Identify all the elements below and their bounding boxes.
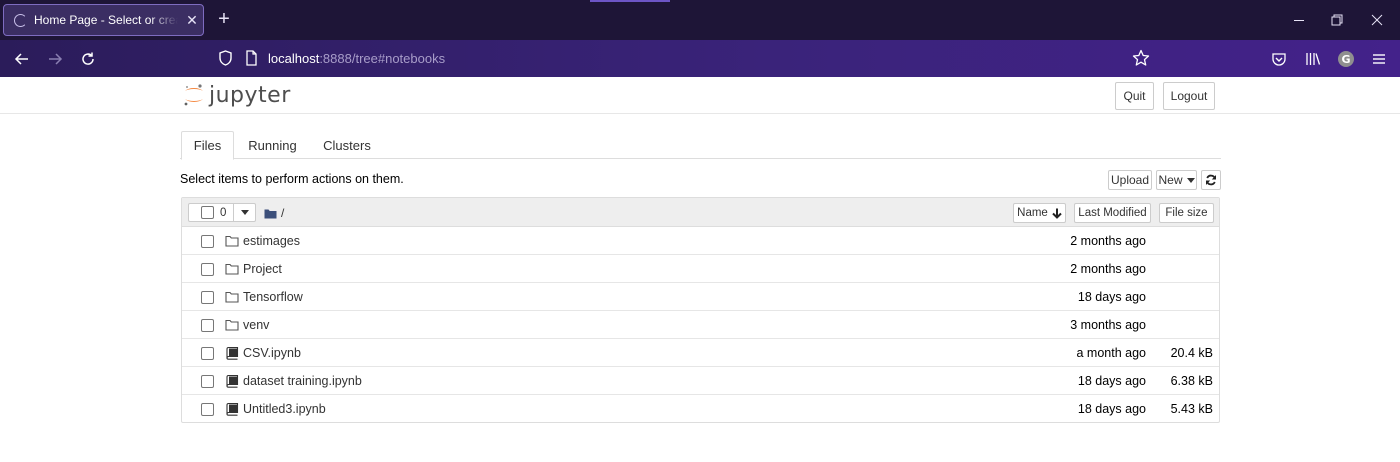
folder-icon: [225, 318, 239, 332]
notebook-icon: [225, 374, 239, 388]
reload-icon[interactable]: [77, 48, 99, 70]
instructions-text: Select items to perform actions on them.: [180, 172, 404, 186]
sort-by-last-modified-button[interactable]: Last Modified: [1074, 203, 1151, 223]
tab-accent-line: [590, 0, 670, 2]
loading-spinner-icon: [14, 13, 27, 27]
refresh-icon: [1206, 174, 1216, 186]
library-icon[interactable]: [1302, 48, 1324, 70]
browser-tab-bar: Home Page - Select or create a notebook …: [0, 0, 1400, 40]
tab-running[interactable]: Running: [239, 131, 306, 159]
file-name-link[interactable]: dataset training.ipynb: [243, 374, 362, 388]
breadcrumb-root[interactable]: /: [281, 206, 284, 220]
row-checkbox[interactable]: [201, 235, 214, 248]
select-all-checkbox[interactable]: [201, 206, 214, 219]
back-arrow-icon[interactable]: [11, 48, 33, 70]
sort-by-name-button[interactable]: Name: [1013, 203, 1066, 223]
file-row[interactable]: Tensorflow 18 days ago: [182, 283, 1219, 311]
tab-clusters[interactable]: Clusters: [314, 131, 380, 159]
address-bar[interactable]: localhost:8888/tree#notebooks: [210, 45, 1160, 72]
file-name-link[interactable]: Untitled3.ipynb: [243, 402, 326, 416]
caret-down-icon: [240, 210, 249, 215]
arrow-down-icon: [1052, 208, 1062, 219]
file-name-link[interactable]: venv: [243, 318, 269, 332]
file-last-modified: 2 months ago: [1070, 262, 1146, 276]
file-row[interactable]: Project 2 months ago: [182, 255, 1219, 283]
folder-icon: [225, 262, 239, 276]
close-tab-icon[interactable]: ✕: [184, 12, 200, 29]
breadcrumb[interactable]: /: [264, 206, 284, 220]
hamburger-menu-icon[interactable]: [1368, 48, 1390, 70]
file-row[interactable]: dataset training.ipynb 18 days ago 6.38 kB: [182, 367, 1219, 395]
close-window-icon[interactable]: [1354, 0, 1400, 40]
folder-solid-icon: [264, 209, 277, 218]
row-checkbox[interactable]: [201, 347, 214, 360]
row-checkbox[interactable]: [201, 375, 214, 388]
jupyter-logo-text: jupyter: [209, 82, 291, 108]
browser-tab-title: Home Page - Select or create a notebook: [34, 13, 178, 27]
pocket-icon[interactable]: [1268, 48, 1290, 70]
jupyter-logo[interactable]: jupyter: [183, 82, 291, 108]
file-row[interactable]: estimages 2 months ago: [182, 227, 1219, 255]
file-row[interactable]: venv 3 months ago: [182, 311, 1219, 339]
file-list-header: 0 / Name Last Modified File size: [182, 198, 1219, 227]
row-checkbox[interactable]: [201, 319, 214, 332]
notebook-icon: [225, 402, 239, 416]
url-text: localhost:8888/tree#notebooks: [268, 51, 445, 66]
browser-nav-bar: localhost:8888/tree#notebooks G: [0, 40, 1400, 77]
sort-by-file-size-button[interactable]: File size: [1159, 203, 1214, 223]
grammarly-extension-icon[interactable]: G: [1335, 48, 1357, 70]
logout-button[interactable]: Logout: [1163, 82, 1215, 110]
file-last-modified: a month ago: [1076, 346, 1147, 360]
new-dropdown-button[interactable]: New: [1156, 170, 1197, 190]
file-size: 20.4 kB: [1170, 346, 1213, 360]
file-size: 5.43 kB: [1170, 402, 1213, 416]
url-host: localhost: [268, 51, 320, 66]
forward-arrow-icon[interactable]: [44, 48, 66, 70]
tab-files[interactable]: Files: [181, 131, 234, 160]
file-name-link[interactable]: Project: [243, 262, 282, 276]
file-name-link[interactable]: estimages: [243, 234, 300, 248]
folder-icon: [225, 234, 239, 248]
sort-name-label: Name: [1017, 207, 1048, 219]
notebook-tabs: Files Running Clusters: [180, 131, 1221, 160]
shield-icon[interactable]: [218, 50, 233, 71]
new-tab-icon[interactable]: +: [214, 8, 234, 30]
file-last-modified: 18 days ago: [1077, 374, 1146, 388]
file-row[interactable]: CSV.ipynb a month ago 20.4 kB: [182, 339, 1219, 367]
svg-text:G: G: [1341, 53, 1350, 66]
file-last-modified: 2 months ago: [1070, 234, 1146, 248]
quit-button[interactable]: Quit: [1115, 82, 1154, 110]
row-checkbox[interactable]: [201, 263, 214, 276]
browser-tab[interactable]: Home Page - Select or create a notebook …: [3, 4, 204, 36]
bookmark-star-icon[interactable]: [1132, 49, 1150, 72]
new-button-label: New: [1158, 173, 1183, 187]
file-size: 6.38 kB: [1170, 374, 1213, 388]
page-info-icon[interactable]: [245, 50, 258, 71]
url-path: :8888/tree#notebooks: [319, 51, 446, 66]
select-dropdown-toggle[interactable]: [233, 204, 255, 221]
refresh-button[interactable]: [1201, 170, 1221, 190]
caret-down-icon: [1186, 177, 1195, 183]
upload-button[interactable]: Upload: [1108, 170, 1152, 190]
row-checkbox[interactable]: [201, 403, 214, 416]
select-all-control[interactable]: 0: [188, 203, 256, 222]
file-last-modified: 18 days ago: [1077, 290, 1146, 304]
selected-count: 0: [220, 206, 227, 219]
jupyter-logo-icon: [184, 84, 203, 106]
jupyter-header: jupyter Quit Logout: [0, 77, 1400, 114]
row-checkbox[interactable]: [201, 291, 214, 304]
folder-icon: [225, 290, 239, 304]
file-name-link[interactable]: Tensorflow: [243, 290, 303, 304]
file-row[interactable]: Untitled3.ipynb 18 days ago 5.43 kB: [182, 395, 1219, 423]
file-last-modified: 3 months ago: [1070, 318, 1146, 332]
file-list: 0 / Name Last Modified File size estimag…: [181, 197, 1220, 423]
file-last-modified: 18 days ago: [1077, 402, 1146, 416]
notebook-icon: [225, 346, 239, 360]
file-name-link[interactable]: CSV.ipynb: [243, 346, 301, 360]
